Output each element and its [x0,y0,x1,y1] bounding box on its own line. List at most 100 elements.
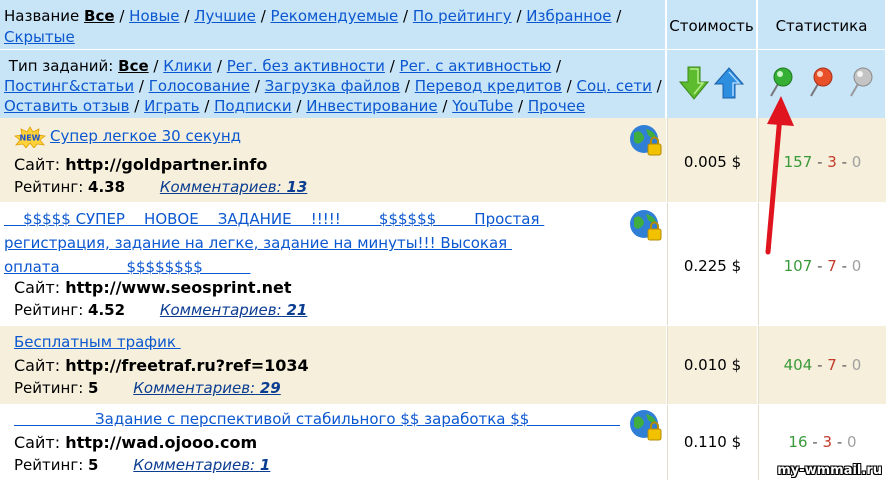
rating-label: Рейтинг: [14,379,84,397]
site-url: http://www.seosprint.net [65,278,292,297]
task-cell: NEW Супер легкое 30 секунд Сайт: http://… [0,118,666,202]
type-posting[interactable]: Постинг&статьи [4,77,134,95]
comments-link[interactable]: Комментариев: 13 [160,178,307,196]
site-url: http://goldpartner.info [65,155,268,174]
stat-red: 3 [822,433,833,451]
stat-gray: 0 [847,433,857,451]
task-rating: Рейтинг: 5 Комментариев: 29 [14,379,281,397]
new-badge-icon: NEW [12,126,48,152]
cost-cell: 0.225 $ [667,203,757,325]
sort-best[interactable]: Лучшие [194,7,256,25]
header-cost-cell: Стоимость [667,0,757,118]
cost-value: 0.010 $ [683,356,742,374]
header-stats-cell: Статистика [758,0,886,118]
site-label: Сайт: [14,278,61,297]
site-label: Сайт: [14,356,61,375]
task-rating: Рейтинг: 4.52 Комментариев: 21 [14,301,307,319]
cost-header-divider [667,49,756,50]
sort-by-rating[interactable]: По рейтингу [413,7,512,25]
comments-count: 1 [259,456,271,474]
blue-up-arrow-icon[interactable] [713,67,745,103]
comments-label: Комментариев: [159,301,282,319]
rating-value: 5 [88,379,99,397]
comments-count: 13 [286,178,308,196]
task-type-label: Тип заданий: [8,57,114,75]
stats-header-divider [758,49,885,50]
stats-values: 16 - 3 - 0 [788,433,857,451]
task-title-link[interactable]: Задание с перспективой стабильного $$ за… [14,407,620,431]
type-youtube[interactable]: YouTube [452,97,513,115]
type-clicks[interactable]: Клики [163,57,212,75]
stats-values: 157 - 3 - 0 [783,153,862,171]
site-url: http://wad.ojooo.com [65,433,258,452]
stat-green: 16 [788,433,808,451]
sort-all[interactable]: Все [84,7,115,25]
type-other[interactable]: Прочее [528,97,585,115]
green-down-arrow-icon[interactable] [678,66,710,104]
type-subscriptions[interactable]: Подписки [214,97,291,115]
type-credit-transfer[interactable]: Перевод кредитов [415,77,562,95]
green-pin-icon[interactable] [768,66,796,102]
task-title-link[interactable]: Супер легкое 30 секунд [50,124,241,148]
task-title-link[interactable]: $$$$$ СУПЕР НОВОЕ ЗАДАНИЕ !!!!! $$$$$$ П… [4,207,544,279]
sort-nav: Название Все / Новые / Лучшие / Рекоменд… [4,7,622,46]
sort-hidden[interactable]: Скрытые [4,28,75,46]
sort-recommended[interactable]: Рекомендуемые [271,7,399,25]
stats-cell: 157 - 3 - 0 [758,118,886,202]
type-all[interactable]: Все [118,57,149,75]
table-row: Бесплатным трафик Сайт: http://freetraf.… [0,326,886,404]
type-file-upload[interactable]: Загрузка файлов [265,77,400,95]
rating-label: Рейтинг: [14,456,84,474]
task-site: Сайт: http://www.seosprint.net [14,278,292,297]
comments-count: 29 [259,379,281,397]
type-social[interactable]: Соц. сети [577,77,652,95]
site-label: Сайт: [14,155,61,174]
watermark: my-wmmail.ru [777,463,882,478]
stat-green: 404 [783,356,813,374]
rating-value: 4.52 [88,301,126,319]
sort-new[interactable]: Новые [129,7,179,25]
task-type-nav: Тип заданий: Все / Клики / Рег. без акти… [4,57,662,115]
site-label: Сайт: [14,433,61,452]
cost-cell: 0.005 $ [667,118,757,202]
comments-link[interactable]: Комментариев: 29 [133,379,280,397]
header-divider [0,49,665,50]
stat-red: 7 [827,257,837,275]
type-reg-no-activity[interactable]: Рег. без активности [227,57,385,75]
task-site: Сайт: http://wad.ojooo.com [14,433,257,452]
table-row: Задание с перспективой стабильного $$ за… [0,405,886,480]
type-voting[interactable]: Голосование [149,77,250,95]
task-site: Сайт: http://freetraf.ru?ref=1034 [14,356,309,375]
rating-value: 5 [88,456,99,474]
stats-cell: 107 - 7 - 0 [758,203,886,325]
rating-label: Рейтинг: [14,301,84,319]
sort-favorites[interactable]: Избранное [526,7,611,25]
type-review[interactable]: Оставить отзыв [4,97,130,115]
sort-nav-label: Название [4,7,80,25]
type-investing[interactable]: Инвестирование [306,97,437,115]
type-reg-activity[interactable]: Рег. с активностью [400,57,552,75]
red-pin-icon[interactable] [808,66,836,102]
table-row: $$$$$ СУПЕР НОВОЕ ЗАДАНИЕ !!!!! $$$$$$ П… [0,203,886,325]
stat-red: 3 [827,153,837,171]
comments-label: Комментариев: [133,456,256,474]
cost-column-title: Стоимость [669,17,754,35]
comments-link[interactable]: Комментариев: 1 [133,456,270,474]
task-rating: Рейтинг: 5 Комментариев: 1 [14,456,270,474]
task-title-link[interactable]: Бесплатным трафик [14,330,181,354]
site-url: http://freetraf.ru?ref=1034 [65,356,309,375]
svg-text:NEW: NEW [20,134,41,143]
type-play[interactable]: Играть [144,97,199,115]
task-cell: Задание с перспективой стабильного $$ за… [0,405,666,480]
globe-lock-icon [628,208,664,244]
gray-pin-icon[interactable] [848,66,876,102]
comments-link[interactable]: Комментариев: 21 [160,301,307,319]
cost-value: 0.005 $ [683,153,742,171]
stat-green: 107 [783,257,813,275]
task-cell: Бесплатным трафик Сайт: http://freetraf.… [0,326,666,404]
cost-value: 0.110 $ [683,433,742,451]
stat-green: 157 [783,153,813,171]
comments-count: 21 [286,301,308,319]
stat-gray: 0 [851,356,862,374]
header-filters-cell: Название Все / Новые / Лучшие / Рекоменд… [0,0,666,118]
